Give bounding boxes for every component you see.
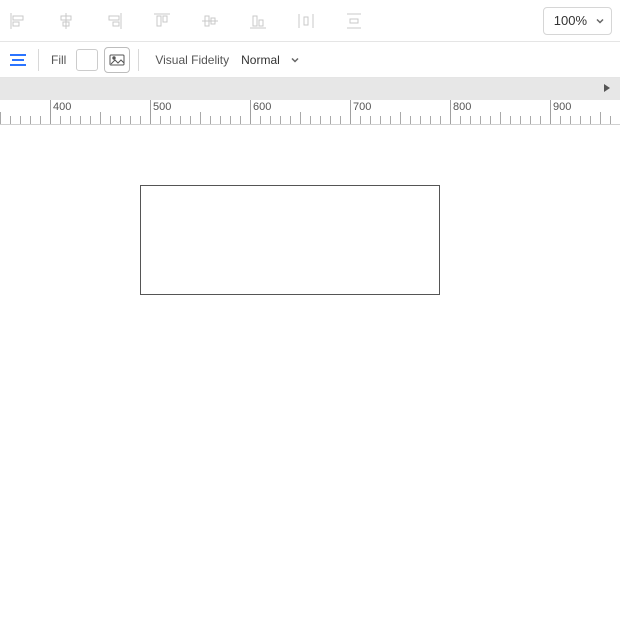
align-object-group bbox=[8, 11, 152, 31]
chevron-down-icon bbox=[595, 16, 605, 26]
align-bottom-icon[interactable] bbox=[248, 11, 268, 31]
ruler-label: 600 bbox=[250, 101, 271, 113]
distribute-group bbox=[296, 11, 392, 31]
breadcrumb-toggle-icon[interactable] bbox=[6, 48, 30, 72]
ruler-label: 500 bbox=[150, 101, 171, 113]
divider bbox=[138, 49, 139, 71]
visual-fidelity-select[interactable]: Normal bbox=[237, 53, 304, 67]
align-vertical-group bbox=[152, 11, 296, 31]
visual-fidelity-group: Visual Fidelity Normal bbox=[147, 53, 303, 67]
visual-fidelity-label: Visual Fidelity bbox=[155, 53, 229, 67]
fill-label: Fill bbox=[47, 53, 70, 67]
rectangle-shape[interactable] bbox=[140, 185, 440, 295]
ruler-label: 900 bbox=[550, 101, 571, 113]
play-end-icon[interactable] bbox=[602, 81, 616, 95]
alignment-toolbar: 100% bbox=[0, 0, 620, 42]
distribute-vertical-icon[interactable] bbox=[344, 11, 364, 31]
timeline-strip[interactable] bbox=[0, 78, 620, 100]
align-top-icon[interactable] bbox=[152, 11, 172, 31]
divider bbox=[38, 49, 39, 71]
fill-group: Fill bbox=[47, 47, 130, 73]
distribute-horizontal-icon[interactable] bbox=[296, 11, 316, 31]
ruler-label: 800 bbox=[450, 101, 471, 113]
ruler-label: 700 bbox=[350, 101, 371, 113]
canvas-area[interactable] bbox=[0, 125, 620, 620]
zoom-value: 100% bbox=[554, 13, 587, 28]
align-middle-icon[interactable] bbox=[200, 11, 220, 31]
fill-color-swatch[interactable] bbox=[76, 49, 98, 71]
visual-fidelity-value: Normal bbox=[241, 53, 280, 67]
align-right-icon[interactable] bbox=[104, 11, 124, 31]
zoom-selector[interactable]: 100% bbox=[543, 7, 612, 35]
horizontal-ruler[interactable]: 400 500 600 700 800 900 bbox=[0, 100, 620, 125]
align-left-icon[interactable] bbox=[8, 11, 28, 31]
fill-pattern-button[interactable] bbox=[104, 47, 130, 73]
align-center-h-icon[interactable] bbox=[56, 11, 76, 31]
chevron-down-icon bbox=[290, 55, 300, 65]
properties-toolbar: Fill Visual Fidelity Normal bbox=[0, 42, 620, 78]
ruler-label: 400 bbox=[50, 101, 71, 113]
